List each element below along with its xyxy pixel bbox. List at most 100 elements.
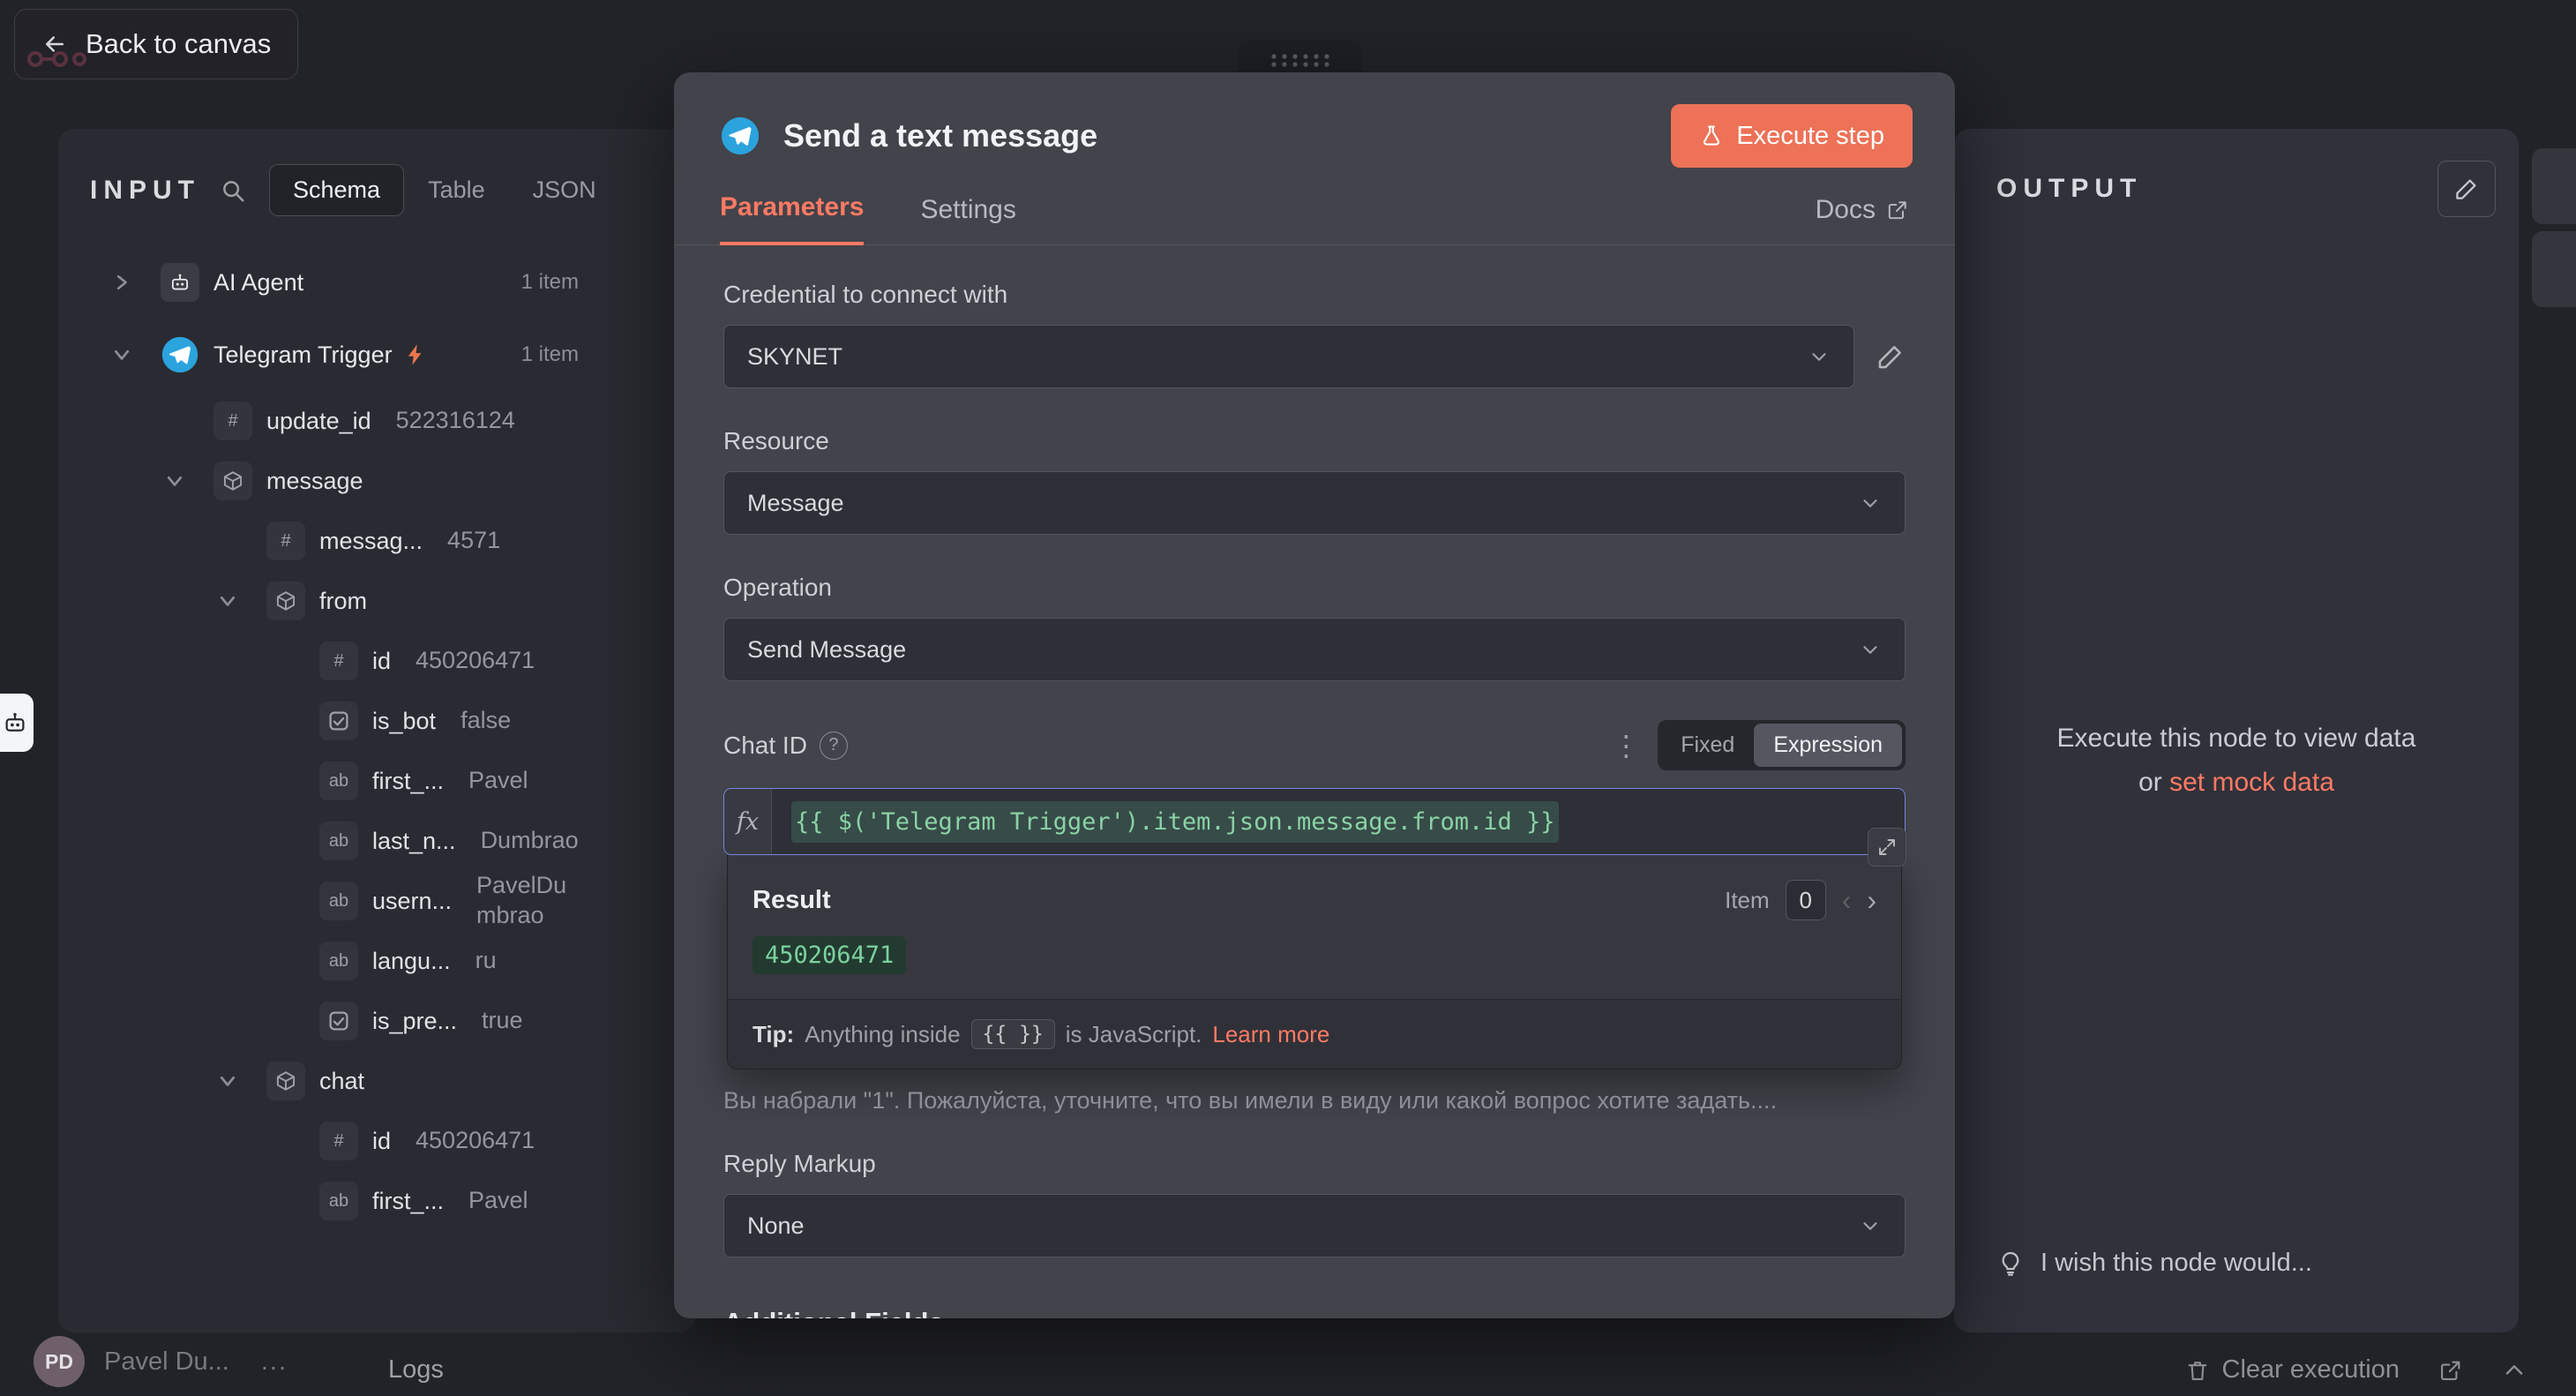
chevron-down-icon[interactable] bbox=[217, 1070, 266, 1092]
item-index: 0 bbox=[1786, 880, 1826, 920]
tab-parameters[interactable]: Parameters bbox=[720, 192, 864, 245]
expand-icon[interactable] bbox=[1868, 828, 1906, 867]
text-field-preview: Вы набрали "1". Пожалуйста, уточните, чт… bbox=[723, 1087, 1906, 1115]
item-next-button[interactable]: › bbox=[1867, 886, 1876, 914]
object-icon bbox=[266, 582, 305, 620]
avatar[interactable]: PD bbox=[34, 1336, 85, 1387]
tree-row-last_n[interactable]: ablast_n...Dumbrao bbox=[111, 811, 579, 871]
item-count-badge: 1 item bbox=[521, 270, 579, 295]
tree-value: Pavel bbox=[468, 766, 579, 796]
flask-icon bbox=[1699, 124, 1724, 148]
result-title: Result bbox=[753, 886, 831, 915]
tree-row-is_pre[interactable]: is_pre...true bbox=[111, 991, 579, 1051]
reply-markup-select[interactable]: None bbox=[723, 1194, 1906, 1257]
tab-table[interactable]: Table bbox=[404, 164, 509, 216]
item-prev-button[interactable]: ‹ bbox=[1842, 886, 1852, 914]
tree-key: usern... bbox=[372, 888, 452, 915]
tree-row-id[interactable]: #id450206471 bbox=[111, 631, 579, 691]
execute-step-button[interactable]: Execute step bbox=[1671, 104, 1913, 168]
tree-row-update_id[interactable]: #update_id522316124 bbox=[111, 391, 579, 451]
edit-credential-button[interactable] bbox=[1876, 341, 1906, 372]
chevron-up-icon[interactable] bbox=[2502, 1358, 2527, 1383]
credential-select[interactable]: SKYNET bbox=[723, 325, 1854, 388]
pencil-icon bbox=[2453, 176, 2480, 202]
toggle-fixed[interactable]: Fixed bbox=[1661, 724, 1754, 767]
tree-value: 522316124 bbox=[396, 406, 579, 436]
side-panel-tab[interactable] bbox=[2532, 148, 2576, 224]
chevron-down-icon bbox=[1859, 638, 1882, 661]
object-icon bbox=[266, 1062, 305, 1100]
help-icon[interactable]: ? bbox=[820, 732, 848, 760]
tree-value: 450206471 bbox=[416, 646, 579, 676]
string-icon: ab bbox=[319, 762, 358, 800]
tree-row-TelegramTrigger[interactable]: Telegram Trigger 1 item bbox=[111, 319, 579, 391]
chevron-right-icon[interactable] bbox=[111, 272, 161, 293]
telegram-icon bbox=[720, 116, 760, 156]
tree-row-AIAgent[interactable]: AI Agent 1 item bbox=[111, 246, 579, 319]
set-mock-data-link[interactable]: set mock data bbox=[2169, 768, 2334, 797]
back-to-canvas-button[interactable]: Back to canvas bbox=[14, 9, 298, 79]
credential-label: Credential to connect with bbox=[723, 281, 1906, 309]
operation-label: Operation bbox=[723, 574, 1906, 602]
tab-schema[interactable]: Schema bbox=[269, 164, 404, 216]
tree-row-langu[interactable]: ablangu...ru bbox=[111, 931, 579, 991]
chat-id-expression-input[interactable]: fx {{ $('Telegram Trigger').item.json.me… bbox=[723, 788, 1906, 855]
user-name: Pavel Du... bbox=[104, 1347, 229, 1377]
tree-key: is_pre... bbox=[372, 1008, 457, 1035]
lightning-icon bbox=[403, 342, 428, 367]
toggle-expression[interactable]: Expression bbox=[1754, 724, 1902, 767]
node-feedback-link[interactable]: I wish this node would... bbox=[1996, 1249, 2312, 1278]
tab-json[interactable]: JSON bbox=[509, 164, 620, 216]
operation-value: Send Message bbox=[747, 636, 906, 664]
tree-value: Dumbrao bbox=[481, 826, 579, 856]
tree-key: AI Agent bbox=[213, 269, 303, 296]
user-options-button[interactable]: ... bbox=[261, 1347, 288, 1377]
tree-row-message[interactable]: message bbox=[111, 451, 579, 511]
chevron-down-icon[interactable] bbox=[217, 590, 266, 612]
tree-key: first_... bbox=[372, 768, 444, 795]
edit-output-button[interactable] bbox=[2437, 161, 2496, 217]
item-count-badge: 1 item bbox=[521, 342, 579, 367]
user-menu[interactable]: PD Pavel Du... ... bbox=[34, 1336, 288, 1387]
clear-execution-button[interactable]: Clear execution bbox=[2185, 1355, 2400, 1385]
learn-more-link[interactable]: Learn more bbox=[1212, 1021, 1329, 1048]
output-empty-line1: Execute this node to view data bbox=[1954, 717, 2519, 761]
resource-select[interactable]: Message bbox=[723, 471, 1906, 535]
tree-row-chat[interactable]: chat bbox=[111, 1051, 579, 1111]
tab-settings[interactable]: Settings bbox=[920, 195, 1015, 244]
logs-toggle[interactable]: Logs bbox=[388, 1355, 444, 1385]
tree-row-messag[interactable]: #messag...4571 bbox=[111, 511, 579, 571]
ai-agent-icon bbox=[161, 263, 199, 302]
node-tabs: Parameters Settings Docs bbox=[674, 168, 1955, 245]
chevron-down-icon[interactable] bbox=[164, 470, 213, 492]
tree-row-first_[interactable]: abfirst_...Pavel bbox=[111, 1171, 579, 1231]
tree-value: Pavel bbox=[468, 1186, 579, 1216]
tree-value: 450206471 bbox=[416, 1126, 579, 1156]
number-icon: # bbox=[266, 522, 305, 560]
tree-row-first_[interactable]: ab first_... Pavel bbox=[111, 751, 579, 811]
tree-key: Telegram Trigger bbox=[213, 341, 393, 369]
trash-icon bbox=[2185, 1358, 2210, 1383]
assistant-button[interactable] bbox=[0, 694, 34, 752]
pop-out-icon[interactable] bbox=[2438, 1358, 2463, 1383]
operation-select[interactable]: Send Message bbox=[723, 618, 1906, 681]
telegram-icon bbox=[161, 335, 199, 374]
back-arrow-icon bbox=[41, 31, 68, 57]
expression-value[interactable]: {{ $('Telegram Trigger').item.json.messa… bbox=[791, 801, 1559, 843]
docs-link[interactable]: Docs bbox=[1816, 195, 1909, 244]
item-label: Item bbox=[1725, 887, 1770, 914]
search-icon[interactable] bbox=[220, 177, 246, 204]
kebab-icon[interactable]: ⋮ bbox=[1612, 732, 1640, 760]
tree-key: from bbox=[319, 588, 367, 615]
node-title: Send a text message bbox=[783, 117, 1097, 154]
tree-row-from[interactable]: from bbox=[111, 571, 579, 631]
chevron-down-icon[interactable] bbox=[111, 344, 161, 365]
string-icon: ab bbox=[319, 822, 358, 860]
tree-row-usern[interactable]: abusern...PavelDumbrao bbox=[111, 871, 579, 931]
tree-row-is_bot[interactable]: is_botfalse bbox=[111, 691, 579, 751]
tree-value: PavelDumbrao bbox=[476, 871, 579, 931]
side-panel-tab[interactable] bbox=[2532, 231, 2576, 307]
chat-id-label: Chat ID bbox=[723, 732, 807, 760]
input-panel-title: INPUT bbox=[90, 176, 200, 206]
tree-row-id[interactable]: #id450206471 bbox=[111, 1111, 579, 1171]
